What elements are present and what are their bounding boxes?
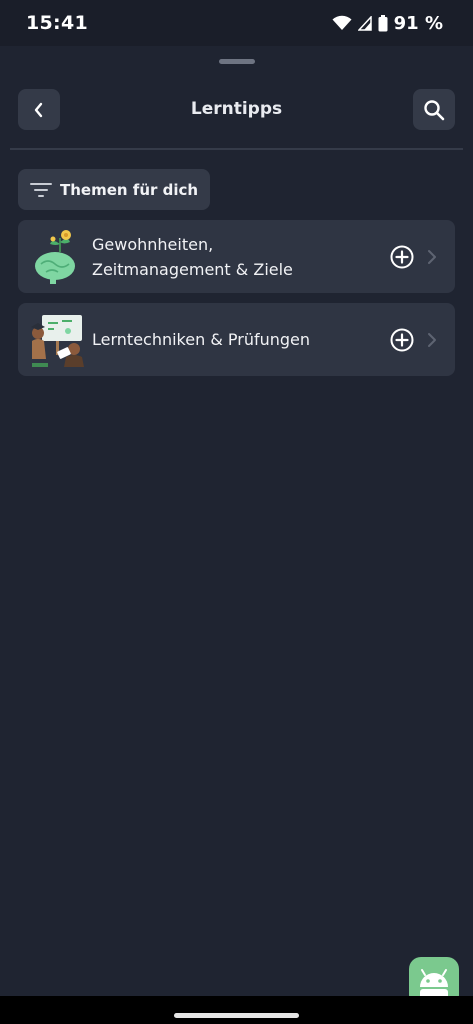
- drag-handle[interactable]: [219, 59, 255, 64]
- filter-icon: [30, 182, 52, 197]
- search-button[interactable]: [413, 89, 455, 130]
- topic-title: Gewohnheiten, Zeitmanagement & Ziele: [92, 232, 293, 282]
- topic-title-line1: Gewohnheiten,: [92, 235, 214, 254]
- battery-icon: [378, 14, 388, 31]
- signal-icon: [357, 15, 372, 31]
- status-bar: 15:41 91 %: [0, 0, 473, 46]
- header-divider: [10, 148, 463, 150]
- page-title: Lerntipps: [190, 99, 283, 119]
- chevron-right-icon: [428, 333, 436, 347]
- status-time: 15:41: [26, 12, 88, 34]
- topic-card-learning-techniques[interactable]: Lerntechniken & Prüfungen: [18, 303, 455, 376]
- bottom-sheet: Lerntipps Themen für dich Gewohnheiten,: [0, 46, 473, 996]
- home-indicator[interactable]: [174, 1013, 299, 1018]
- students-board-illustration: [31, 315, 84, 367]
- filter-button[interactable]: Themen für dich: [18, 169, 210, 210]
- topic-title-line2: Zeitmanagement & Ziele: [92, 260, 293, 279]
- topic-title: Lerntechniken & Prüfungen: [92, 327, 310, 352]
- wifi-icon: [332, 15, 352, 30]
- topic-title-line1: Lerntechniken & Prüfungen: [92, 330, 311, 349]
- battery-percent: 91 %: [393, 12, 443, 34]
- filter-label: Themen für dich: [60, 180, 199, 199]
- topic-card-habits[interactable]: Gewohnheiten, Zeitmanagement & Ziele: [18, 220, 455, 293]
- system-nav-bar: [0, 996, 473, 1024]
- search-icon: [424, 99, 445, 120]
- add-circle-icon[interactable]: [390, 328, 414, 352]
- chevron-right-icon: [428, 250, 436, 264]
- add-circle-icon[interactable]: [390, 245, 414, 269]
- brain-plant-illustration: [35, 230, 75, 284]
- status-icons: 91 %: [332, 13, 443, 34]
